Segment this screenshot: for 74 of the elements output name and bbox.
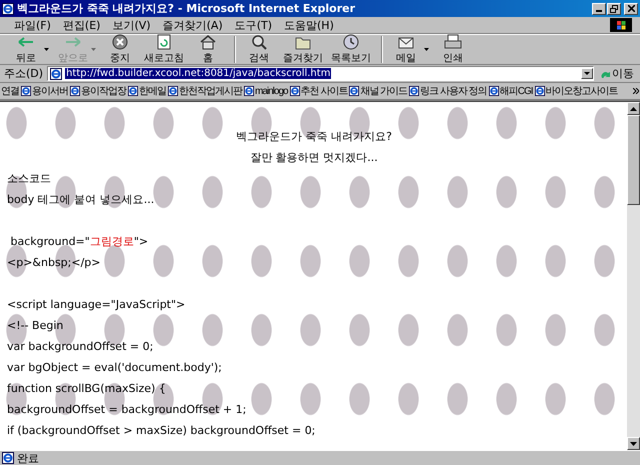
link-item[interactable]: 용이작업장 xyxy=(81,84,126,98)
page-icon xyxy=(349,86,360,96)
clock-icon xyxy=(342,34,360,50)
caret-icon xyxy=(584,72,590,75)
restore-icon xyxy=(610,4,618,12)
caret-icon xyxy=(424,48,429,51)
link-item[interactable]: 링크 사용자 정의 xyxy=(420,84,487,98)
link-item[interactable]: 채널 가이드 xyxy=(360,84,408,98)
caret-icon xyxy=(44,48,49,51)
address-field[interactable]: http://fwd.builder.xcool.net:8081/java/backscroll.htm xyxy=(47,66,594,81)
page-icon xyxy=(168,86,178,96)
link-item[interactable]: 한천작업게시판 xyxy=(179,84,242,98)
page-icon xyxy=(534,86,544,96)
link-item[interactable]: mainlogo xyxy=(255,86,288,96)
text-line: 잘만 활용하면 멋지겠다... xyxy=(249,150,379,166)
close-button[interactable] xyxy=(624,2,638,14)
text-line: 벡그라운드가 죽죽 내려가지요? xyxy=(235,129,393,145)
dropdown-button[interactable] xyxy=(581,68,593,79)
chevron-icon[interactable] xyxy=(633,88,639,94)
page-icon xyxy=(21,86,31,96)
search-button[interactable]: 검색 xyxy=(234,36,279,63)
link-item[interactable]: 한메일 xyxy=(139,84,166,98)
page-icon xyxy=(50,68,62,80)
mail-button[interactable]: 메일 xyxy=(381,36,433,63)
text-line: <p>&nbsp;</p> xyxy=(7,255,102,271)
page-icon xyxy=(244,86,254,96)
text-line: <!-- Begin xyxy=(7,318,64,334)
menu-item[interactable]: 도구(T) xyxy=(228,18,278,32)
text-line: var backgroundOffset = 0; xyxy=(7,339,154,355)
restore-button[interactable] xyxy=(607,2,621,14)
minimize-button[interactable] xyxy=(592,2,606,14)
home-icon xyxy=(199,34,217,50)
page-icon xyxy=(128,86,138,96)
text-line: backgroundOffset = backgroundOffset + 1; xyxy=(7,402,248,418)
window-title: 벡그라운드가 죽죽 내려가지요? - Microsoft Internet Explorer xyxy=(17,1,356,16)
link-item[interactable]: 해피CGI xyxy=(500,84,532,98)
windows-logo-icon xyxy=(610,18,632,32)
home-button[interactable]: 홈 xyxy=(188,36,228,63)
page-icon xyxy=(290,86,300,96)
favorites-button[interactable]: 즐겨찾기 xyxy=(279,36,327,63)
menu-item[interactable]: 편집(E) xyxy=(56,18,106,32)
app-icon xyxy=(2,2,14,14)
caret-icon xyxy=(91,48,96,51)
address-label: 주소(D) xyxy=(4,66,44,81)
scrollbar[interactable] xyxy=(627,102,640,450)
page-icon xyxy=(409,86,420,96)
link-item[interactable]: 추천 사이트 xyxy=(300,84,348,98)
up-arrow-icon xyxy=(630,106,637,110)
refresh-button[interactable]: 새로고침 xyxy=(140,36,188,63)
page-icon xyxy=(70,86,80,96)
down-arrow-icon xyxy=(630,442,637,446)
links-label: 연결 xyxy=(1,85,19,98)
menu-item[interactable]: 즐겨찾기(A) xyxy=(156,18,229,32)
close-icon xyxy=(628,5,634,12)
text-line: <script language="JavaScript"> xyxy=(7,297,186,313)
search-icon xyxy=(250,34,268,50)
menu-item[interactable]: 도움말(H) xyxy=(278,18,340,32)
print-button[interactable]: 인쇄 xyxy=(433,36,473,63)
back-button[interactable]: 뒤로 xyxy=(6,36,53,63)
menu-item[interactable]: 보기(V) xyxy=(106,18,157,32)
history-button[interactable]: 목록보기 xyxy=(327,36,375,63)
link-item[interactable]: 바이오창고사이트 xyxy=(546,84,618,98)
text-line: if (backgroundOffset > maxSize) backgroundOffset = 0; xyxy=(7,423,316,439)
text-line: body 테그에 붙여 넣으세요... xyxy=(7,192,156,208)
link-item[interactable]: 용이서버 xyxy=(32,84,68,98)
text-line: 소스코드 xyxy=(7,171,52,187)
status-text: 완료 xyxy=(17,450,39,465)
go-button[interactable]: 이동 xyxy=(598,66,636,81)
text-line: background="그림경로"> xyxy=(9,234,150,250)
menu-item[interactable]: 파일(F) xyxy=(8,18,57,32)
text-line: function scrollBG(maxSize) { xyxy=(7,381,167,397)
page-icon xyxy=(488,86,499,96)
text-line: var bgObject = eval('document.body'); xyxy=(7,360,223,376)
stop-button[interactable]: 중지 xyxy=(100,36,140,63)
